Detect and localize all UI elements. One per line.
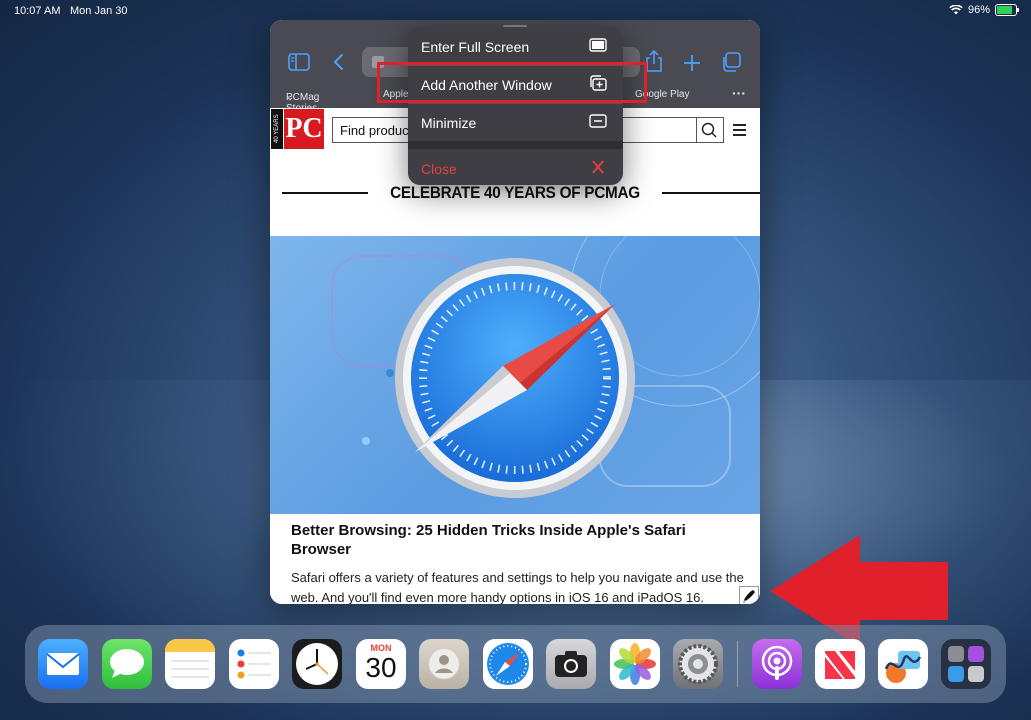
hamburger-menu-icon[interactable] — [733, 124, 746, 136]
photos-icon — [614, 643, 656, 685]
pcmag-logo[interactable]: PC — [284, 109, 324, 149]
dock-app-mail[interactable] — [38, 639, 88, 689]
dock-app-safari[interactable] — [483, 639, 533, 689]
dock-app-photos[interactable] — [610, 639, 660, 689]
news-icon — [825, 651, 855, 679]
messages-icon — [110, 649, 144, 678]
highlight-box-annotation — [377, 62, 647, 103]
dock-app-settings[interactable] — [673, 639, 723, 689]
article-excerpt: Safari offers a variety of features and … — [291, 570, 744, 604]
search-icon[interactable] — [696, 118, 723, 142]
reminders-icon — [237, 649, 271, 679]
dock-app-podcasts[interactable] — [752, 639, 802, 689]
status-date: Mon Jan 30 — [70, 5, 128, 17]
mail-icon — [46, 653, 80, 675]
app-library-settings-tile — [948, 646, 964, 662]
safari-compass-illustration — [331, 236, 760, 498]
share-icon[interactable] — [645, 49, 663, 73]
dock-divider — [737, 641, 738, 687]
status-bar: 10:07 AM Mon Jan 30 96% — [0, 3, 1031, 21]
article-hero-image[interactable] — [270, 236, 760, 514]
contacts-icon — [429, 649, 459, 679]
dock-app-freeform[interactable] — [878, 639, 928, 689]
tabs-overview-icon[interactable] — [721, 52, 741, 72]
notes-icon — [165, 639, 215, 678]
calendar-date-label: 30 — [365, 652, 397, 683]
search-placeholder: Find produc — [340, 123, 409, 138]
podcasts-icon — [761, 645, 793, 680]
dock-app-camera[interactable] — [546, 639, 596, 689]
gear-icon — [678, 644, 718, 684]
dock-app-calendar[interactable]: MON 30 — [356, 639, 406, 689]
close-icon — [592, 160, 604, 174]
dock-app-messages[interactable] — [102, 639, 152, 689]
status-right: 96% — [949, 4, 1019, 16]
more-bookmarks-icon[interactable]: ··· — [732, 85, 746, 101]
wifi-icon — [949, 5, 963, 15]
status-time: 10:07 AM — [14, 5, 61, 17]
minimize-icon — [589, 114, 607, 128]
safari-icon — [487, 643, 529, 685]
app-library-podcasts-tile — [968, 646, 984, 662]
dock-app-reminders[interactable] — [229, 639, 279, 689]
sidebar-icon[interactable] — [288, 53, 310, 71]
chevron-down-icon: ⌄ — [286, 92, 295, 103]
scribble-pencil-icon[interactable] — [739, 586, 759, 604]
freeform-icon — [884, 651, 922, 683]
back-icon[interactable] — [332, 53, 344, 71]
new-tab-icon[interactable] — [683, 54, 701, 72]
menu-item-close[interactable]: Close — [408, 149, 623, 185]
app-library-camera-tile — [968, 666, 984, 682]
dock-app-news[interactable] — [815, 639, 865, 689]
dock-app-library[interactable] — [941, 639, 991, 689]
dock-app-notes[interactable] — [165, 639, 215, 689]
fullscreen-icon — [589, 38, 607, 52]
battery-percent: 96% — [967, 4, 990, 16]
clock-icon — [296, 643, 338, 685]
window-options-menu: Enter Full Screen Add Another Window Min… — [408, 27, 623, 185]
banner-text: CELEBRATE 40 YEARS OF PCMAG — [390, 183, 640, 202]
logo-years-label: 40 YEARS — [271, 109, 283, 149]
dock-app-clock[interactable] — [292, 639, 342, 689]
menu-item-minimize[interactable]: Minimize — [408, 103, 623, 141]
camera-icon — [555, 651, 587, 677]
article-headline[interactable]: Better Browsing: 25 Hidden Tricks Inside… — [291, 521, 741, 559]
app-library-files-tile — [948, 666, 964, 682]
dock-app-contacts[interactable] — [419, 639, 469, 689]
menu-item-enter-full-screen[interactable]: Enter Full Screen — [408, 27, 623, 65]
battery-icon — [995, 4, 1019, 16]
